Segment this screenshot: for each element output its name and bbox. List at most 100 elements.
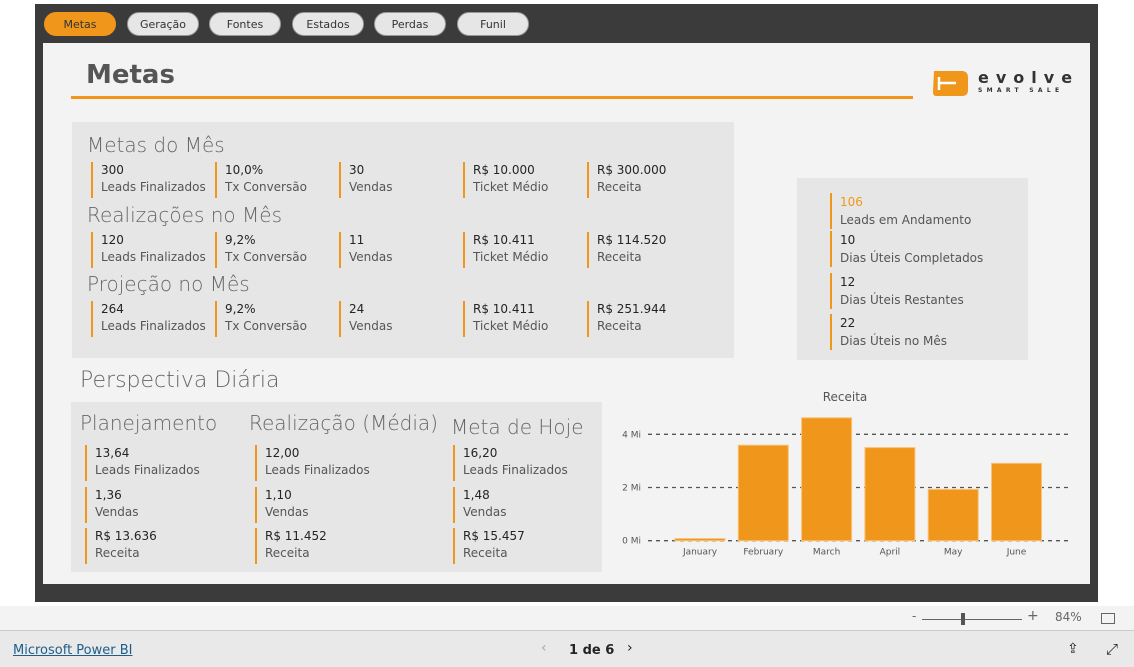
daily-column-title: Meta de Hoje — [451, 415, 584, 439]
daily-column-title: Planejamento — [80, 411, 218, 435]
kpi-label: Vendas — [349, 250, 393, 264]
side-label: Leads em Andamento — [840, 213, 972, 227]
kpi-card: 9,2% Tx Conversão — [215, 232, 307, 268]
side-value: 106 — [840, 195, 863, 209]
kpi-card: R$ 251.944 Receita — [587, 301, 666, 337]
kpi-label: Leads Finalizados — [95, 463, 200, 477]
kpi-label: Vendas — [463, 505, 507, 519]
kpi-card: R$ 300.000 Receita — [587, 162, 666, 198]
kpi-value: 11 — [349, 233, 365, 247]
logo-tagline: SMART SALE — [978, 87, 1064, 94]
kpi-label: Leads Finalizados — [101, 250, 206, 264]
side-label: Dias Úteis Completados — [840, 251, 984, 265]
kpi-label: Leads Finalizados — [101, 319, 206, 333]
kpi-label: Vendas — [349, 319, 393, 333]
evolve-logo: evolve SMART SALE — [932, 68, 1077, 98]
kpi-value: 1,10 — [265, 488, 292, 502]
chart-title: Receita — [823, 390, 868, 404]
kpi-value: 12,00 — [265, 446, 300, 460]
logo-icon — [933, 71, 968, 96]
kpi-label: Receita — [95, 546, 140, 560]
daily-column-title: Realização (Média) — [249, 411, 438, 435]
zoom-slider-handle[interactable] — [961, 613, 965, 625]
kpi-label: Ticket Médio — [473, 250, 549, 264]
side-value: 12 — [840, 275, 856, 289]
page-indicator: 1 de 6 — [569, 643, 615, 658]
y-tick-label: 0 Mi — [622, 537, 641, 547]
power-bi-link[interactable]: Microsoft Power BI — [13, 643, 132, 658]
zoom-level: 84% — [1055, 610, 1082, 624]
kpi-label: Receita — [597, 319, 642, 333]
x-tick-label: January — [682, 548, 718, 558]
kpi-card: 10,0% Tx Conversão — [215, 162, 307, 198]
tab-1[interactable]: Geração — [127, 12, 199, 36]
kpi-label: Vendas — [265, 505, 309, 519]
zoom-in-button[interactable]: + — [1027, 608, 1039, 624]
kpi-value: R$ 10.411 — [473, 233, 535, 247]
share-icon[interactable]: ⇪ — [1067, 641, 1079, 657]
side-value: 10 — [840, 233, 856, 247]
side-label: Dias Úteis Restantes — [840, 293, 964, 307]
kpi-label: Vendas — [95, 505, 139, 519]
fullscreen-icon[interactable]: ⤢ — [1106, 640, 1118, 658]
kpi-card: 11 Vendas — [339, 232, 393, 268]
kpi-card: 9,2% Tx Conversão — [215, 301, 307, 337]
kpi-label: Receita — [463, 546, 508, 560]
bar-january — [674, 538, 726, 542]
kpi-card: 264 Leads Finalizados — [91, 301, 206, 337]
daily-kpi: R$ 11.452 Receita — [255, 528, 327, 564]
kpi-label: Receita — [597, 180, 642, 194]
daily-kpi: R$ 15.457 Receita — [453, 528, 525, 564]
x-tick-label: March — [813, 548, 840, 558]
tab-5[interactable]: Funil — [457, 12, 529, 36]
kpi-value: 9,2% — [225, 233, 256, 247]
daily-kpi: 1,36 Vendas — [85, 487, 139, 523]
kpi-value: R$ 13.636 — [95, 529, 157, 543]
kpi-value: R$ 10.000 — [473, 163, 535, 177]
daily-title: Perspectiva Diária — [80, 368, 280, 393]
tab-2[interactable]: Fontes — [209, 12, 281, 36]
logo-text: evolve — [978, 68, 1080, 87]
section-title: Realizações no Mês — [87, 203, 282, 227]
kpi-card: 24 Vendas — [339, 301, 393, 337]
tab-3[interactable]: Estados — [292, 12, 364, 36]
title-underline — [71, 96, 913, 99]
kpi-value: R$ 251.944 — [597, 302, 667, 316]
kpi-card: R$ 10.411 Ticket Médio — [463, 232, 548, 268]
page-title: Metas — [86, 60, 175, 90]
bar-april — [864, 447, 916, 542]
tab-0[interactable]: Metas — [44, 12, 116, 36]
kpi-label: Leads Finalizados — [265, 463, 370, 477]
receita-chart: Receita 0 Mi 2 Mi 4 Mi January February March A… — [622, 390, 1068, 558]
next-page-button[interactable]: › — [627, 640, 633, 656]
kpi-card: R$ 114.520 Receita — [587, 232, 666, 268]
daily-kpi: R$ 13.636 Receita — [85, 528, 157, 564]
prev-page-button[interactable]: ‹ — [541, 640, 547, 656]
tab-4[interactable]: Perdas — [374, 12, 446, 36]
kpi-label: Tx Conversão — [225, 319, 307, 333]
kpi-value: 1,48 — [463, 488, 490, 502]
bar-february — [737, 444, 789, 542]
kpi-value: R$ 11.452 — [265, 529, 327, 543]
fit-to-page-icon[interactable] — [1101, 613, 1115, 624]
side-kpi: 106 Leads em Andamento — [830, 193, 971, 229]
section-title: Projeção no Mês — [87, 272, 250, 296]
kpi-value: 10,0% — [225, 163, 264, 177]
zoom-slider[interactable] — [922, 619, 1022, 620]
bar-march — [801, 417, 853, 542]
footer-bar: Microsoft Power BI ‹ 1 de 6 › ⇪ ⤢ — [0, 630, 1134, 667]
zoom-out-button[interactable]: - — [912, 609, 916, 623]
kpi-label: Receita — [265, 546, 310, 560]
kpi-label: Ticket Médio — [473, 319, 549, 333]
kpi-value: 300 — [101, 163, 124, 177]
side-value: 22 — [840, 316, 856, 330]
daily-kpi: 1,48 Vendas — [453, 487, 507, 523]
kpi-value: 1,36 — [95, 488, 122, 502]
side-label: Dias Úteis no Mês — [840, 334, 948, 348]
bar-june — [991, 462, 1042, 542]
y-tick-label: 4 Mi — [622, 430, 641, 440]
kpi-card: 300 Leads Finalizados — [91, 162, 206, 198]
kpi-value: 264 — [101, 302, 124, 316]
side-kpi: 12 Dias Úteis Restantes — [830, 273, 964, 309]
kpi-value: 30 — [349, 163, 365, 177]
